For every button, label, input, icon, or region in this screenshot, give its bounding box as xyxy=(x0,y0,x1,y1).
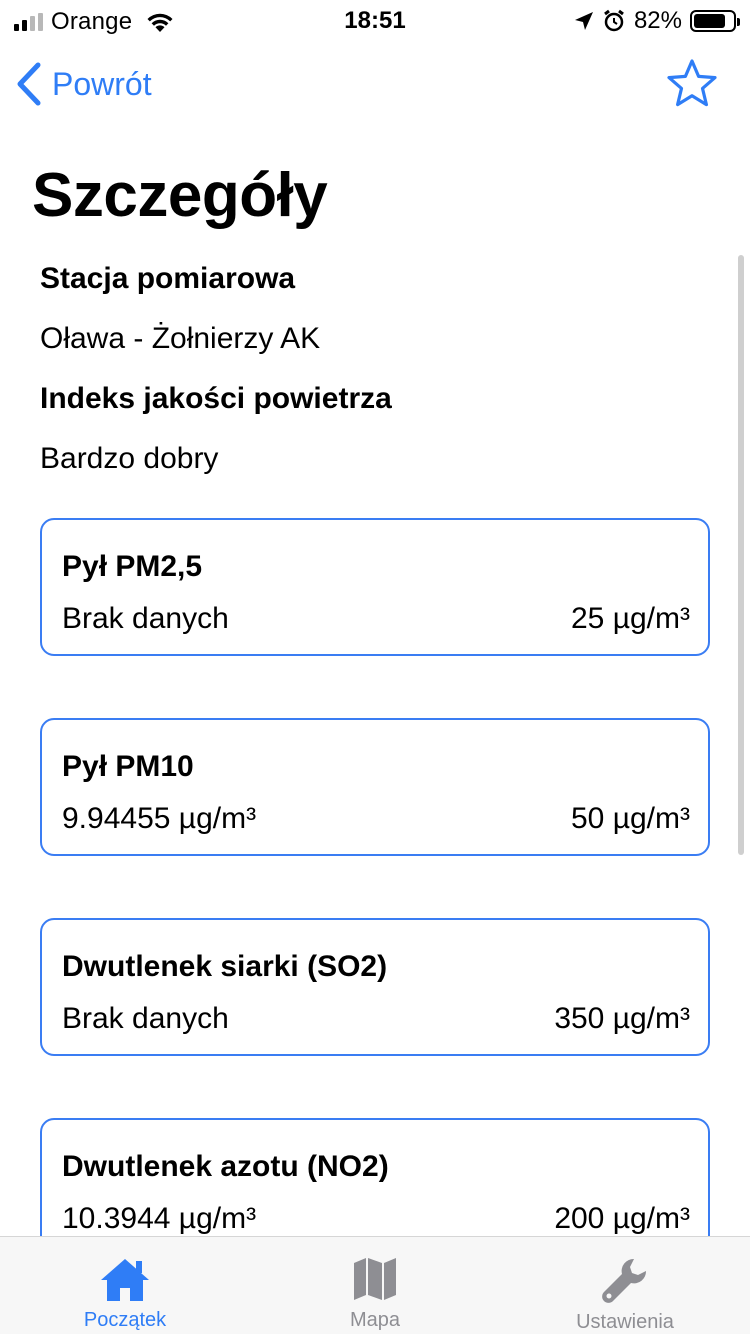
tab-settings[interactable]: Ustawienia xyxy=(500,1237,750,1334)
pollutant-value: 10.3944 µg/m³ xyxy=(62,1202,257,1235)
pollutant-limit: 25 µg/m³ xyxy=(571,602,690,635)
alarm-icon xyxy=(604,9,624,32)
details-section: Stacja pomiarowa Oława - Żołnierzy AK In… xyxy=(40,255,710,495)
navigation-bar: Powrót xyxy=(0,56,750,116)
scrollbar[interactable] xyxy=(738,255,744,855)
index-label: Indeks jakości powietrza xyxy=(40,382,392,415)
pollutant-limit: 50 µg/m³ xyxy=(571,802,690,835)
status-bar: Orange 18:51 82% xyxy=(0,0,750,40)
back-button[interactable]: Powrót xyxy=(16,62,152,106)
station-value: Oława - Żołnierzy AK xyxy=(40,322,321,355)
status-right: 82% xyxy=(574,7,740,35)
pollutant-limit: 350 µg/m³ xyxy=(554,1002,690,1035)
tab-map[interactable]: Mapa xyxy=(250,1237,500,1334)
pollutant-name: Dwutlenek azotu (NO2) xyxy=(62,1150,389,1183)
pollutant-card-so2: Dwutlenek siarki (SO2) Brak danych 350 µ… xyxy=(40,918,710,1056)
pollutant-name: Pył PM2,5 xyxy=(62,550,203,583)
back-label: Powrót xyxy=(52,65,152,102)
house-icon xyxy=(101,1259,149,1301)
screen: Orange 18:51 82% Powrót Szczegóły Stacja… xyxy=(0,0,750,1334)
wrench-icon xyxy=(602,1258,647,1303)
chevron-left-icon xyxy=(17,62,41,106)
tab-label: Mapa xyxy=(349,1309,401,1331)
pollutant-card-pm10: Pył PM10 9.94455 µg/m³ 50 µg/m³ xyxy=(40,718,710,856)
pollutant-name: Pył PM10 xyxy=(62,750,194,783)
pollutant-name: Dwutlenek siarki (SO2) xyxy=(62,950,388,983)
pollutant-limit: 200 µg/m³ xyxy=(554,1202,690,1235)
pollutant-value: 9.94455 µg/m³ xyxy=(62,802,257,835)
star-icon[interactable] xyxy=(666,58,718,110)
pollutant-value: Brak danych xyxy=(62,1002,229,1035)
pollutant-card-pm25: Pył PM2,5 Brak danych 25 µg/m³ xyxy=(40,518,710,656)
battery-percent: 82% xyxy=(633,7,682,34)
pollutant-value: Brak danych xyxy=(62,602,229,635)
page-title: Szczegóły xyxy=(32,161,328,230)
station-label: Stacja pomiarowa xyxy=(40,262,296,295)
tab-bar: Początek Mapa Ustawienia xyxy=(0,1236,750,1334)
tab-label: Ustawienia xyxy=(576,1311,674,1333)
battery-icon xyxy=(690,10,740,32)
location-arrow-icon xyxy=(574,12,593,30)
tab-label: Początek xyxy=(83,1309,167,1331)
tab-home[interactable]: Początek xyxy=(0,1237,250,1334)
index-value: Bardzo dobry xyxy=(40,442,219,475)
map-icon xyxy=(354,1258,396,1300)
